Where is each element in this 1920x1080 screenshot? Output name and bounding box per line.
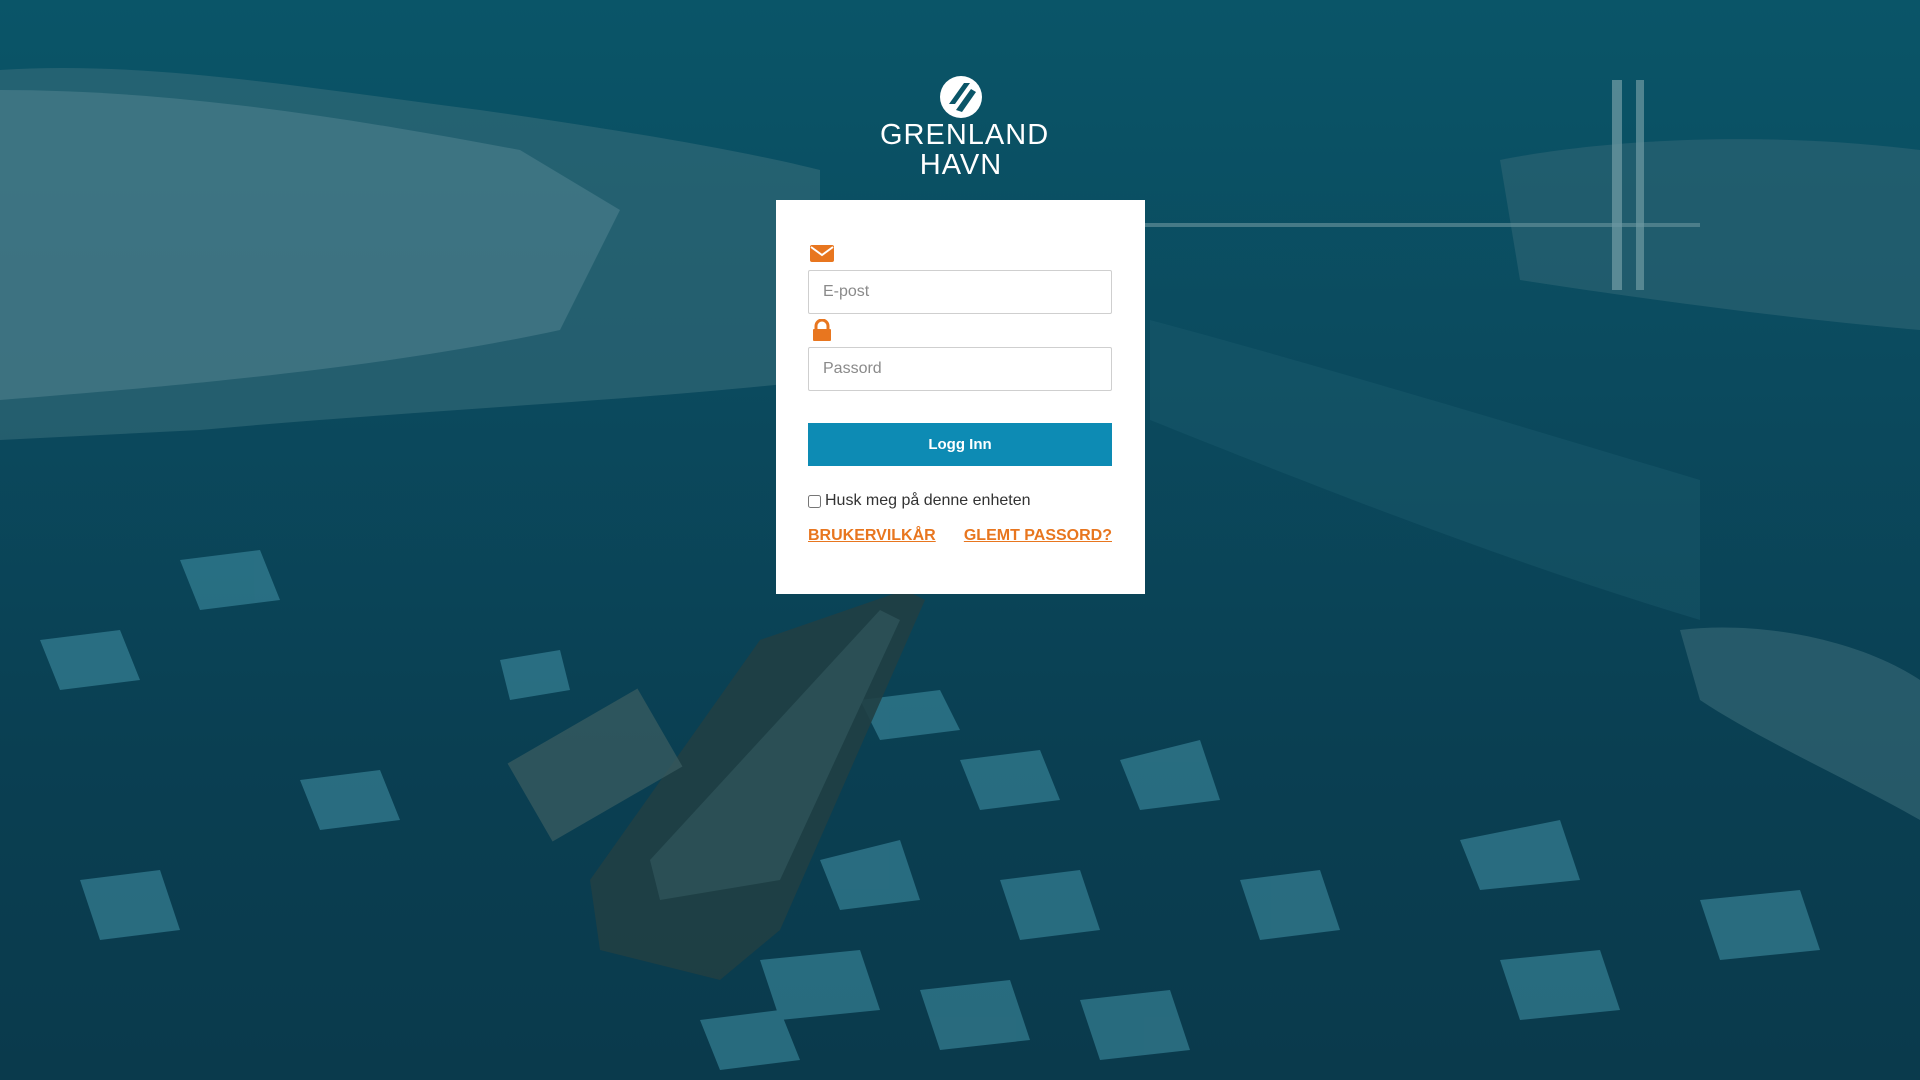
grenland-havn-mark-icon [940,76,982,118]
brand-logo: GRENLAND HAVN [880,74,1050,181]
login-button[interactable]: Logg Inn [808,423,1112,466]
brand-name-line2: HAVN [919,149,1003,181]
remember-me-label: Husk meg på denne enheten [825,492,1031,509]
email-field[interactable] [808,270,1112,314]
remember-me[interactable]: Husk meg på denne enheten [808,492,1030,510]
envelope-icon [810,245,834,262]
forgot-password-link[interactable]: GLEMT PASSORD? [964,527,1112,545]
login-card: Logg Inn Husk meg på denne enheten BRUKE… [776,200,1145,594]
lock-icon [813,319,831,341]
terms-link[interactable]: BRUKERVILKÅR [808,527,936,545]
remember-me-checkbox[interactable] [808,494,821,508]
brand-name-line1: GRENLAND [880,119,1050,151]
password-field[interactable] [808,347,1112,391]
